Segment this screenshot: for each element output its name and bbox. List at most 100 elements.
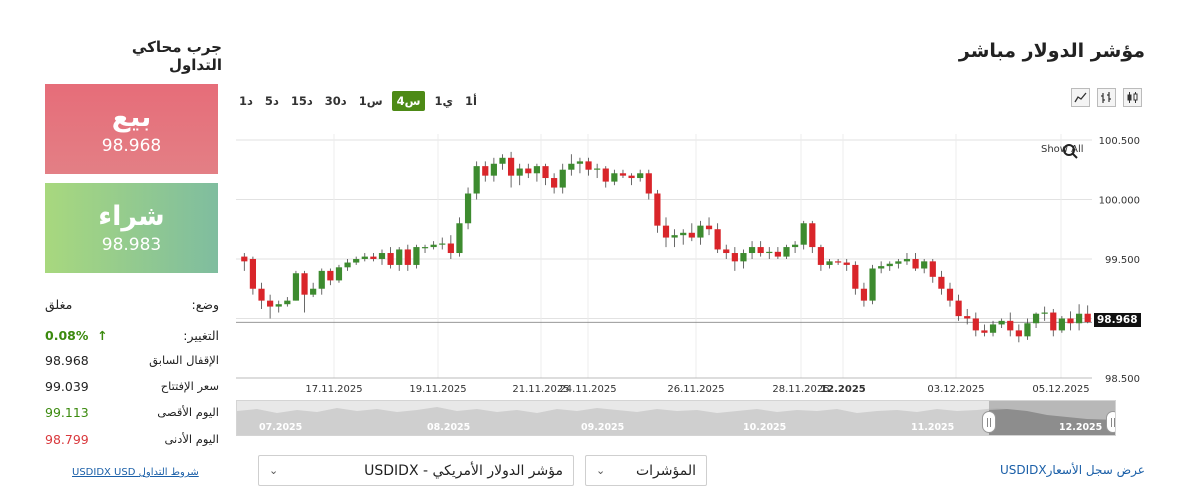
candle [490, 163, 497, 176]
candle [1015, 330, 1022, 337]
stat-open: 99.039 سعر الإفتتاح [45, 376, 219, 396]
candle [826, 261, 833, 265]
low-key: اليوم الأدنى [164, 432, 219, 446]
y-tick-label: 98.500 [1105, 374, 1140, 385]
prev-close-key: الإقفال السابق [149, 353, 219, 367]
candle [292, 273, 300, 301]
timeframe-3[interactable]: 1س [356, 92, 386, 110]
candle [404, 249, 411, 265]
candle [327, 270, 334, 281]
navigator-right-handle[interactable] [1106, 411, 1115, 433]
candle [413, 247, 420, 265]
nav-label: 08.2025 [427, 422, 471, 433]
trading-conditions-link[interactable]: USDIDX USD شروط التداول [72, 467, 199, 478]
x-tick-label: 24.11.2025 [559, 384, 616, 392]
instrument-select[interactable]: ⌄ USDIDX - مؤشر الدولار الأمريكي [258, 455, 574, 486]
candle [1024, 323, 1031, 337]
candle [241, 256, 248, 262]
candle [551, 178, 558, 188]
x-tick-label: 12.2025 [820, 384, 866, 392]
candle [456, 223, 463, 254]
candle [310, 288, 317, 295]
category-select[interactable]: ⌄ المؤشرات [585, 455, 707, 486]
nav-label: 09.2025 [581, 422, 625, 433]
y-tick-label: 100.000 [1099, 195, 1140, 206]
x-tick-label: 26.11.2025 [667, 384, 724, 392]
candle [275, 304, 282, 307]
price-chart[interactable]: 100.500 100.000 99.500 98.500 17.11.2025 19.1… [236, 130, 1156, 392]
buy-label: شراء [98, 201, 165, 232]
low-value: 98.799 [45, 431, 89, 447]
buy-button[interactable]: شراء 98.983 [45, 183, 218, 273]
candle [766, 251, 773, 254]
candle [370, 256, 377, 259]
candle [1075, 313, 1083, 324]
candle [714, 229, 721, 250]
x-tick-label: 19.11.2025 [409, 384, 466, 392]
stat-low: 98.799 اليوم الأدنى [45, 429, 219, 449]
candle [516, 168, 523, 176]
candle [705, 225, 713, 230]
candle [723, 249, 730, 254]
candle [628, 175, 635, 179]
chevron-down-icon: ⌄ [269, 464, 279, 477]
simulator-title[interactable]: جرب محاكي التداول [92, 38, 222, 74]
sell-button[interactable]: بيع 98.968 [45, 84, 218, 174]
candle [680, 232, 687, 236]
line-chart-icon[interactable] [1071, 88, 1090, 107]
zoom-icon[interactable] [1062, 143, 1078, 159]
candle [654, 193, 661, 226]
timeframe-6[interactable]: 5د [262, 92, 282, 110]
candle [249, 258, 257, 289]
timeframe-4[interactable]: 30د [322, 92, 350, 110]
chart-navigator[interactable]: 07.2025 08.2025 09.2025 10.2025 11.2025 … [236, 400, 1116, 436]
navigator-left-handle[interactable] [982, 411, 996, 433]
nav-label: 07.2025 [259, 422, 303, 433]
candle [955, 300, 962, 317]
candle [748, 247, 756, 254]
candle [258, 288, 265, 301]
category-select-value: المؤشرات [635, 462, 696, 479]
y-tick-label: 99.500 [1105, 255, 1140, 266]
candle [482, 166, 489, 176]
candle [301, 273, 308, 295]
candle [662, 225, 670, 238]
candle [791, 244, 799, 248]
candle [439, 243, 446, 245]
candle [387, 253, 394, 265]
candle [611, 173, 618, 182]
price-history-link[interactable]: USDIDXعرض سجل الأسعار [1000, 463, 1145, 477]
candle [1032, 313, 1040, 324]
nav-label: 11.2025 [911, 422, 955, 433]
candle [903, 258, 911, 262]
candle [594, 168, 601, 170]
candle [912, 258, 919, 269]
candlestick-chart-icon[interactable] [1123, 88, 1142, 107]
candle [809, 223, 816, 248]
timeframe-1[interactable]: 1ي [431, 92, 456, 110]
candle [559, 169, 566, 188]
timeframe-7[interactable]: 1د [236, 92, 256, 110]
candle [1067, 318, 1074, 324]
y-tick-label: 100.500 [1099, 136, 1140, 147]
status-value: مغلق [45, 296, 73, 312]
change-value: 0.08% ↑ [45, 327, 108, 343]
candle [473, 166, 480, 194]
candle [981, 330, 988, 333]
status-key: وضع: [191, 296, 219, 312]
timeframe-5[interactable]: 15د [288, 92, 316, 110]
candle [507, 157, 515, 176]
candle [568, 163, 575, 170]
candle [731, 253, 738, 262]
candle [843, 262, 850, 265]
timeframe-2[interactable]: 4س [391, 91, 426, 111]
candle [585, 161, 592, 170]
chevron-down-icon: ⌄ [596, 464, 606, 477]
timeframe-bar: 1د 5د 15د 30د 1س 4س 1ي 1أ [236, 91, 480, 111]
candle [938, 276, 945, 289]
arrow-up-icon: ↑ [92, 327, 108, 343]
ohlc-chart-icon[interactable] [1097, 88, 1116, 107]
timeframe-0[interactable]: 1أ [462, 92, 480, 110]
candle [645, 173, 652, 194]
x-tick-label: 17.11.2025 [305, 384, 362, 392]
